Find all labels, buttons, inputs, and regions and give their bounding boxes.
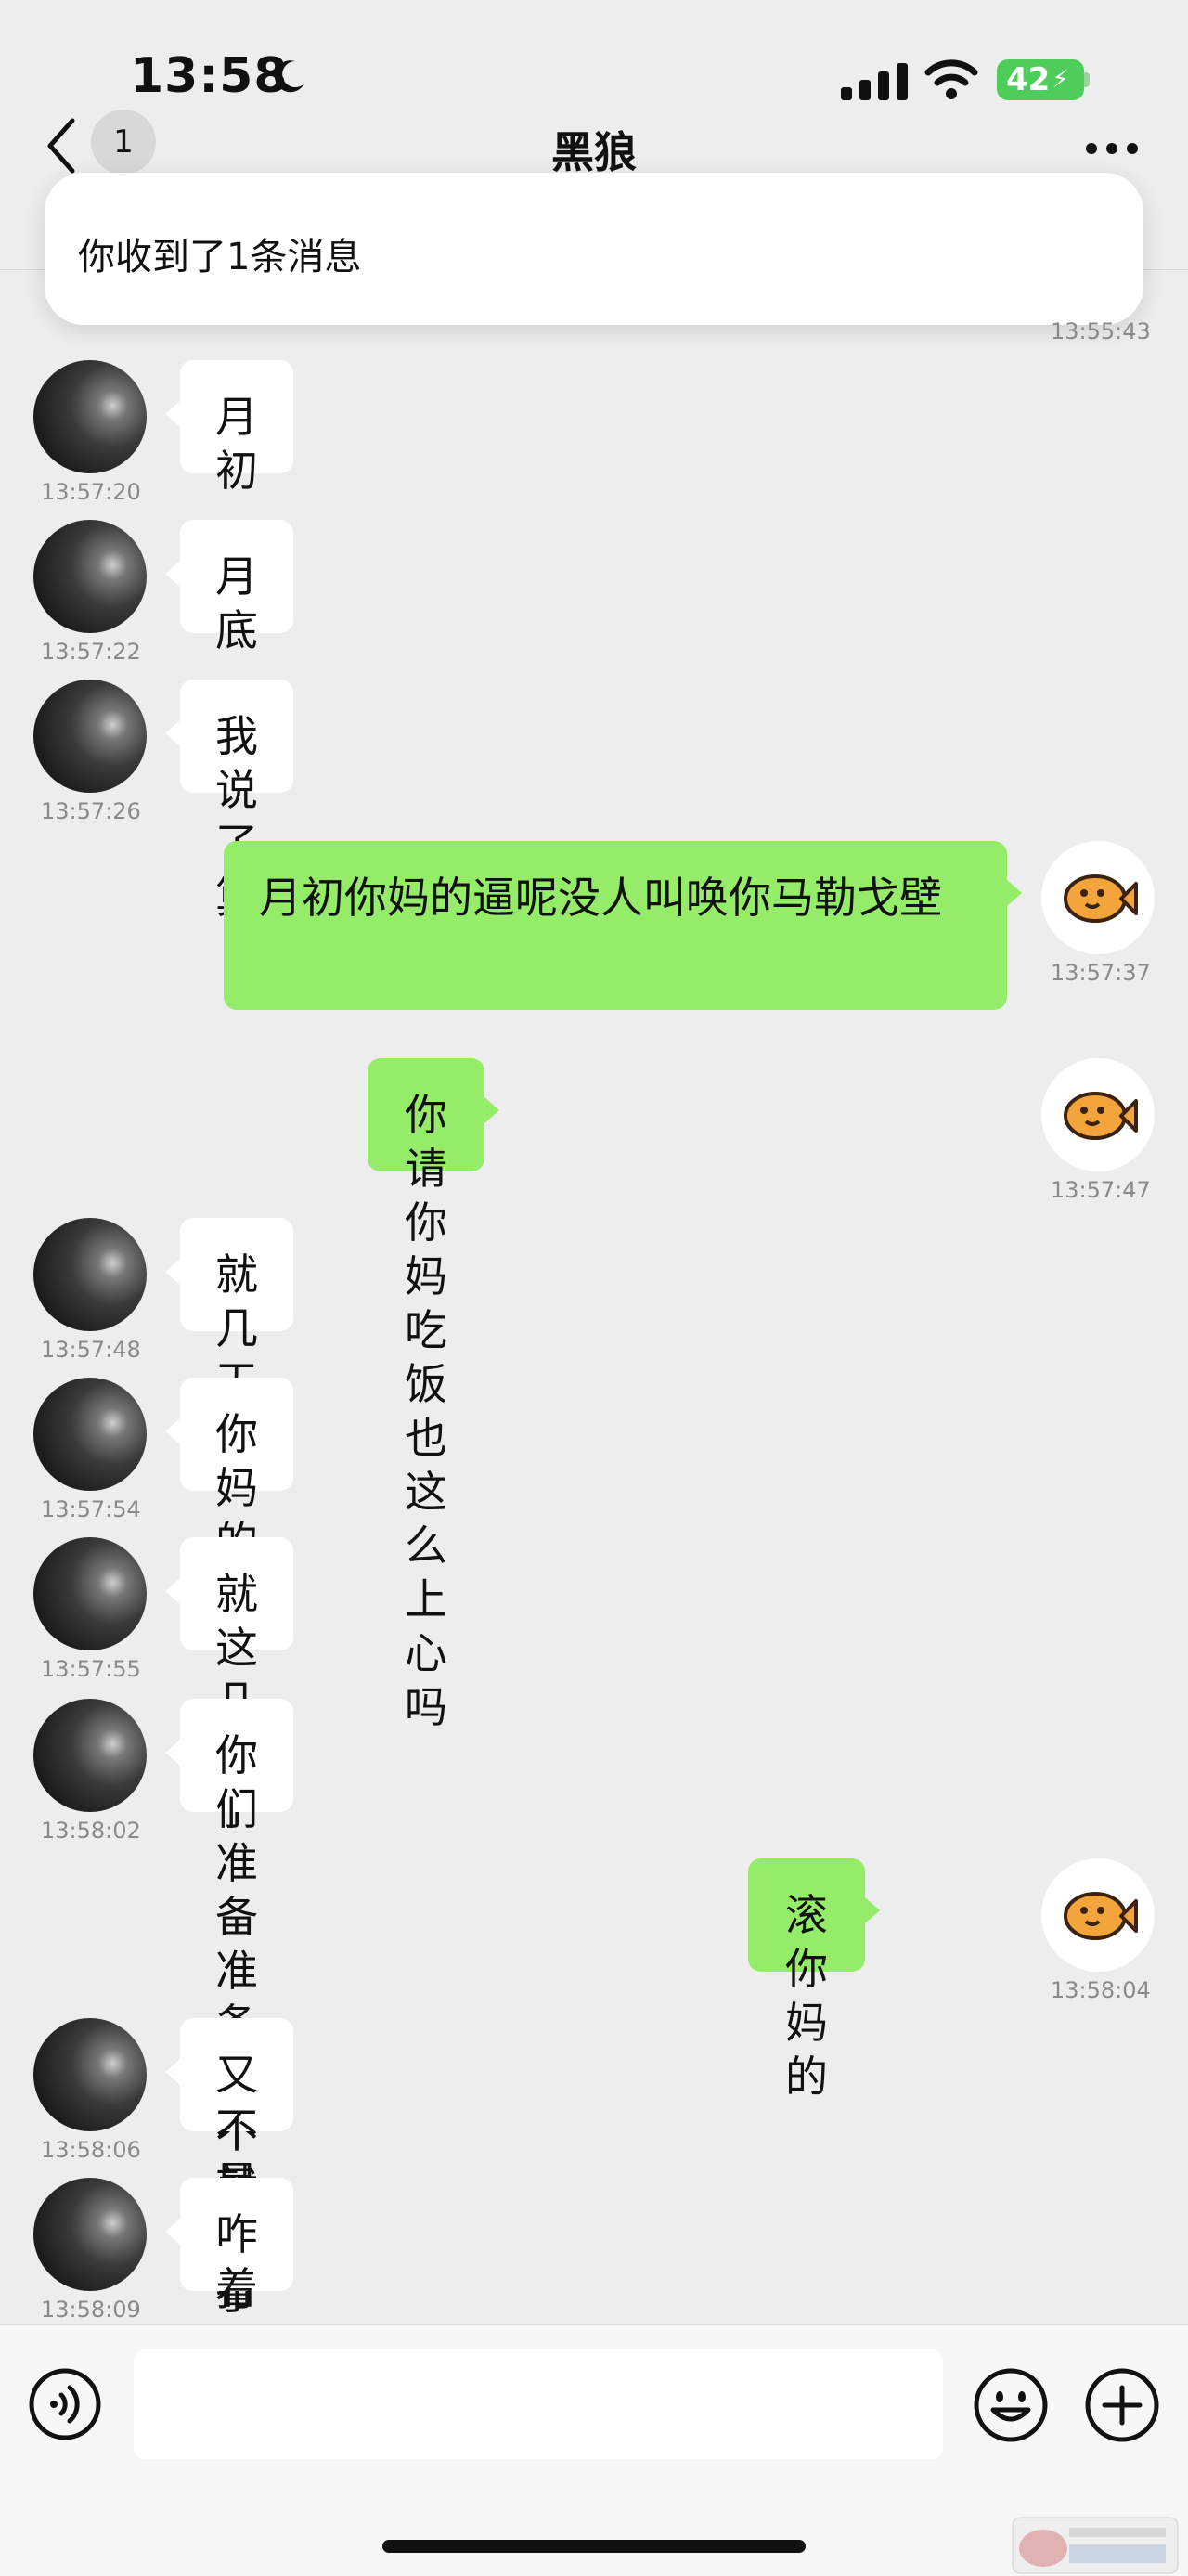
contact-avatar[interactable] <box>33 1378 147 1491</box>
moon-icon <box>274 60 304 93</box>
incoming-message-bubble[interactable]: 我说了算 <box>165 680 293 923</box>
contact-avatar[interactable] <box>33 1699 147 1812</box>
fish-cookie-avatar-icon <box>1064 1892 1138 1940</box>
chat-title: 黑狼 <box>551 127 637 177</box>
message-timestamp: 13:57:48 <box>41 1337 141 1363</box>
message-timestamp: 13:57:55 <box>41 1656 141 1682</box>
battery-indicator: 42 ⚡ <box>997 59 1084 100</box>
message-timestamp: 13:57:47 <box>1051 1177 1151 1203</box>
message-timestamp: 13:57:37 <box>1051 960 1151 986</box>
home-indicator[interactable] <box>382 2540 806 2553</box>
message-timestamp: 13:57:54 <box>41 1496 141 1522</box>
outgoing-message-bubble[interactable]: 你请你妈吃饭也这么上心吗 <box>368 1058 499 1732</box>
contact-avatar[interactable] <box>33 2018 147 2131</box>
my-avatar[interactable] <box>1041 1058 1155 1171</box>
battery-tip <box>1084 72 1090 87</box>
message-input[interactable] <box>134 2349 943 2459</box>
message-timestamp: 13:58:09 <box>41 2297 141 2323</box>
message-timestamp: 13:57:20 <box>41 479 141 505</box>
status-bar: 13:58 42 ⚡ <box>0 0 1188 111</box>
wifi-icon <box>924 59 978 99</box>
message-timestamp: 13:58:06 <box>41 2137 141 2163</box>
incoming-message-bubble[interactable]: 就几天 <box>165 1218 293 1407</box>
incoming-message-bubble[interactable]: 就这几天了 <box>165 1537 293 1834</box>
incoming-message-bubble[interactable]: 月底 <box>165 520 293 655</box>
incoming-message-bubble[interactable]: 月初 <box>165 360 293 496</box>
message-timestamp: 13:58:04 <box>1051 1977 1151 2003</box>
incoming-message-bubble[interactable]: 你妈的 <box>165 1378 293 1567</box>
fish-cookie-avatar-icon <box>1064 1092 1138 1140</box>
voice-input-icon[interactable] <box>28 2367 102 2441</box>
contact-avatar[interactable] <box>33 2178 147 2291</box>
charging-bolt-icon: ⚡ <box>1052 66 1069 94</box>
outgoing-message-bubble[interactable]: 滚你妈的 <box>748 1858 880 2102</box>
message-timestamp: 13:57:22 <box>41 639 141 665</box>
emoji-icon[interactable] <box>973 2367 1049 2443</box>
contact-avatar[interactable] <box>33 680 147 793</box>
my-avatar[interactable] <box>1041 841 1155 954</box>
add-attachment-icon[interactable] <box>1084 2367 1160 2443</box>
contact-avatar[interactable] <box>33 520 147 633</box>
incoming-message-bubble[interactable]: 咋着 <box>165 2178 293 2313</box>
message-timestamp: 13:55:43 <box>1051 318 1151 344</box>
incoming-message-bubble[interactable]: 又不是不打 <box>165 2018 293 2315</box>
contact-avatar[interactable] <box>33 360 147 473</box>
notification-text: 你收到了1条消息 <box>78 236 362 278</box>
status-time: 13:58 <box>130 48 289 104</box>
more-options-icon[interactable] <box>1084 141 1140 156</box>
fish-cookie-avatar-icon <box>1064 874 1138 923</box>
battery-level: 42 <box>1006 61 1051 98</box>
message-timestamp: 13:58:02 <box>41 1818 141 1844</box>
my-avatar[interactable] <box>1041 1858 1155 1972</box>
message-timestamp: 13:57:26 <box>41 798 141 824</box>
incoming-message-bubble[interactable]: 你们准备准备人不就行了 <box>165 1699 293 2319</box>
input-toolbar <box>0 2324 1188 2576</box>
contact-avatar[interactable] <box>33 1218 147 1331</box>
contact-avatar[interactable] <box>33 1537 147 1650</box>
watermark-logo <box>1012 2517 1179 2574</box>
outgoing-message-bubble[interactable]: 月初你妈的逼呢没人叫唤你马勒戈壁 <box>224 841 1022 1010</box>
signal-icon <box>841 63 908 100</box>
notification-banner[interactable]: 你收到了1条消息 <box>45 173 1143 325</box>
